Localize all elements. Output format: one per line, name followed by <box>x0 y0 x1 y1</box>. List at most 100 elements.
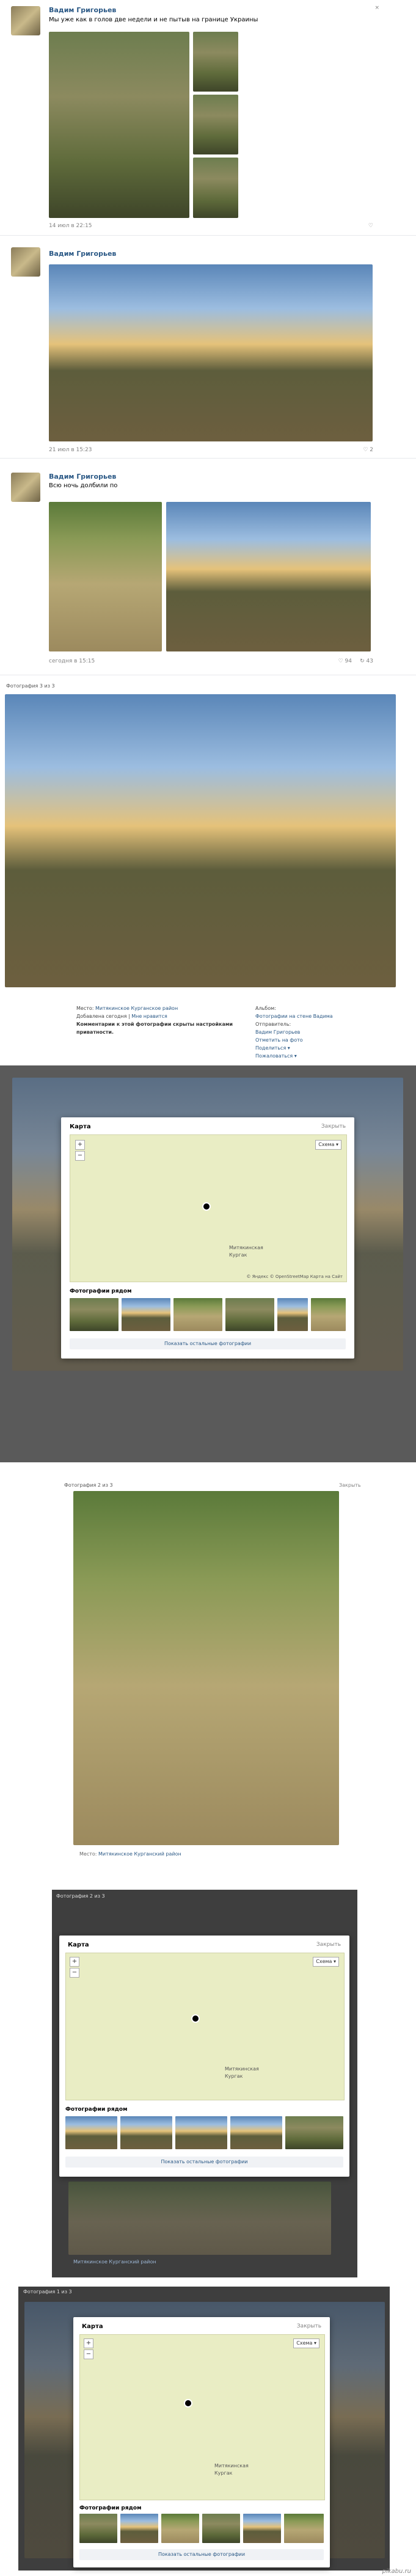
place-info: Митякинское Курганский район <box>73 2259 156 2265</box>
zoom-out-button[interactable]: − <box>70 1968 79 1978</box>
map-town-1: Митякинская <box>229 1245 263 1250</box>
close-button[interactable]: Закрыть <box>321 1123 346 1130</box>
nearby-photo-6[interactable] <box>284 2514 324 2543</box>
album-label: Альбом: <box>255 1006 276 1011</box>
album-link[interactable]: Фотографии на стене Вадима <box>255 1012 365 1020</box>
like-count[interactable]: ♡ 94 <box>338 658 352 664</box>
map-viewer-1: Карта Закрыть + − Схема ▾ Митякинская Ку… <box>0 1065 416 1462</box>
wall-post-1: Вадим Григорьев Мы уже как в голов две н… <box>0 0 416 236</box>
location-marker[interactable] <box>184 2399 192 2407</box>
added-label: Добавлена сегодня <box>76 1014 127 1019</box>
close-button[interactable]: Закрыть <box>339 1482 361 1488</box>
photo-side: Альбом: Фотографии на стене Вадима Отпра… <box>255 1004 365 1060</box>
zoom-in-button[interactable]: + <box>84 2338 93 2348</box>
like-button[interactable]: ♡ <box>368 223 373 229</box>
show-more-button[interactable]: Показать остальные фотографии <box>70 1338 346 1349</box>
post-photo-main[interactable] <box>49 32 189 218</box>
map-viewer-2: Фотография 2 из 3 Карта Закрыть + − Схем… <box>0 1890 416 2280</box>
author-avatar[interactable] <box>11 473 40 502</box>
map-type-select[interactable]: Схема ▾ <box>293 2338 319 2348</box>
post-photo-1[interactable] <box>49 502 162 651</box>
share-count[interactable]: ↻ 43 <box>360 658 373 664</box>
report-link[interactable]: Пожаловаться ▾ <box>255 1052 365 1060</box>
map-title: Карта <box>68 1942 89 1948</box>
post-photo-thumb-3[interactable] <box>193 158 238 218</box>
nearby-photo-3[interactable] <box>173 1298 222 1331</box>
map-town-1: Митякинская <box>225 2066 259 2072</box>
map-viewer-3: Фотография 1 из 3 Карта Закрыть + − Схем… <box>0 2287 416 2576</box>
nearby-title: Фотографии рядом <box>65 2106 128 2113</box>
post-photo-thumb-1[interactable] <box>193 32 238 92</box>
tag-link[interactable]: Отметить на фото <box>255 1036 365 1044</box>
zoom-out-button[interactable]: − <box>75 1151 85 1161</box>
photo-counter: Фотография 2 из 3 <box>56 1893 105 1899</box>
close-button[interactable]: Закрыть <box>316 1942 341 1948</box>
nearby-photo-1[interactable] <box>65 2116 117 2149</box>
map-view[interactable]: + − Схема ▾ Митякинская Кургак © Яндекс … <box>70 1134 347 1282</box>
post-date[interactable]: 21 июл в 15:23 <box>49 447 92 453</box>
photo-counter: Фотография 3 из 3 <box>6 683 55 689</box>
nearby-photo-4[interactable] <box>202 2514 240 2543</box>
like-button[interactable]: ♡ 2 <box>363 447 373 453</box>
post-photo[interactable] <box>49 264 373 441</box>
nearby-photo-1[interactable] <box>79 2514 117 2543</box>
photo-viewer-1: Фотография 3 из 3 Место: Митякинское Кур… <box>0 681 416 1059</box>
post-date[interactable]: сегодня в 15:15 <box>49 658 95 664</box>
photo-counter: Фотография 1 из 3 <box>23 2289 72 2295</box>
map-view[interactable]: + − Схема ▾ Митякинская Кургак <box>79 2334 325 2500</box>
post-author[interactable]: Вадим Григорьев <box>49 250 116 258</box>
comments-note: Комментарии к этой фотографии скрыты нас… <box>76 1021 233 1035</box>
photo-counter: Фотография 2 из 3 <box>64 1482 113 1488</box>
sender-link[interactable]: Вадим Григорьев <box>255 1028 365 1036</box>
map-modal: Карта Закрыть + − Схема ▾ Митякинская Ку… <box>59 1936 349 2177</box>
viewer-photo[interactable] <box>5 694 396 987</box>
wall-post-2: Вадим Григорьев 21 июл в 15:23 ♡ 2 <box>0 241 416 459</box>
nearby-photo-5[interactable] <box>243 2514 281 2543</box>
like-link[interactable]: Мне нравится <box>131 1014 167 1019</box>
sender-label: Отправитель: <box>255 1021 291 1027</box>
location-marker[interactable] <box>191 2014 200 2023</box>
nearby-photo-2[interactable] <box>122 1298 170 1331</box>
author-avatar[interactable] <box>11 247 40 277</box>
map-view[interactable]: + − Схема ▾ Митякинская Кургак <box>65 1953 345 2100</box>
show-more-button[interactable]: Показать остальные фотографии <box>65 2157 343 2168</box>
zoom-in-button[interactable]: + <box>70 1957 79 1967</box>
close-icon[interactable]: × <box>374 5 379 11</box>
post-author[interactable]: Вадим Григорьев <box>49 6 116 14</box>
nearby-photo-4[interactable] <box>225 1298 274 1331</box>
nearby-photo-5[interactable] <box>277 1298 308 1331</box>
nearby-photo-2[interactable] <box>120 2514 158 2543</box>
nearby-photo-3[interactable] <box>175 2116 227 2149</box>
nearby-photo-1[interactable] <box>70 1298 119 1331</box>
watermark: pikabu.ru <box>382 2568 411 2575</box>
nearby-photo-2[interactable] <box>120 2116 172 2149</box>
map-type-select[interactable]: Схема ▾ <box>315 1140 341 1150</box>
place-label: Место: <box>76 1006 94 1011</box>
nearby-photo-3[interactable] <box>161 2514 199 2543</box>
post-author[interactable]: Вадим Григорьев <box>49 473 116 481</box>
post-text: Мы уже как в голов две недели и не пытыв… <box>49 16 258 23</box>
place-link[interactable]: Митякинское Курганское район <box>95 1006 178 1011</box>
post-text: Всю ночь долбили по <box>49 482 118 489</box>
nearby-photo-6[interactable] <box>311 1298 346 1331</box>
photo-info: Место: Митякинское Курганское район Доба… <box>76 1004 247 1036</box>
nearby-photo-5[interactable] <box>285 2116 343 2149</box>
show-more-button[interactable]: Показать остальные фотографии <box>79 2549 324 2560</box>
nearby-title: Фотографии рядом <box>70 1288 132 1294</box>
nearby-photo-4[interactable] <box>230 2116 282 2149</box>
zoom-in-button[interactable]: + <box>75 1140 85 1150</box>
map-modal: Карта Закрыть + − Схема ▾ Митякинская Ку… <box>73 2317 330 2567</box>
post-date[interactable]: 14 июл в 22:15 <box>49 223 92 229</box>
photo-viewer-2: Фотография 2 из 3 Закрыть Место: Митякин… <box>0 1478 416 1874</box>
location-marker[interactable] <box>202 1202 211 1211</box>
post-photo-2[interactable] <box>166 502 371 651</box>
map-copyright: © Яндекс © OpenStreetMap Карта на Сайт <box>246 1274 343 1279</box>
share-link[interactable]: Поделиться ▾ <box>255 1044 365 1052</box>
author-avatar[interactable] <box>11 6 40 35</box>
viewer-photo[interactable] <box>73 1491 339 1845</box>
map-type-select[interactable]: Схема ▾ <box>313 1957 339 1967</box>
zoom-out-button[interactable]: − <box>84 2349 93 2359</box>
close-button[interactable]: Закрыть <box>297 2323 321 2329</box>
post-photo-thumb-2[interactable] <box>193 95 238 154</box>
map-town-2: Кургак <box>229 1252 247 1258</box>
